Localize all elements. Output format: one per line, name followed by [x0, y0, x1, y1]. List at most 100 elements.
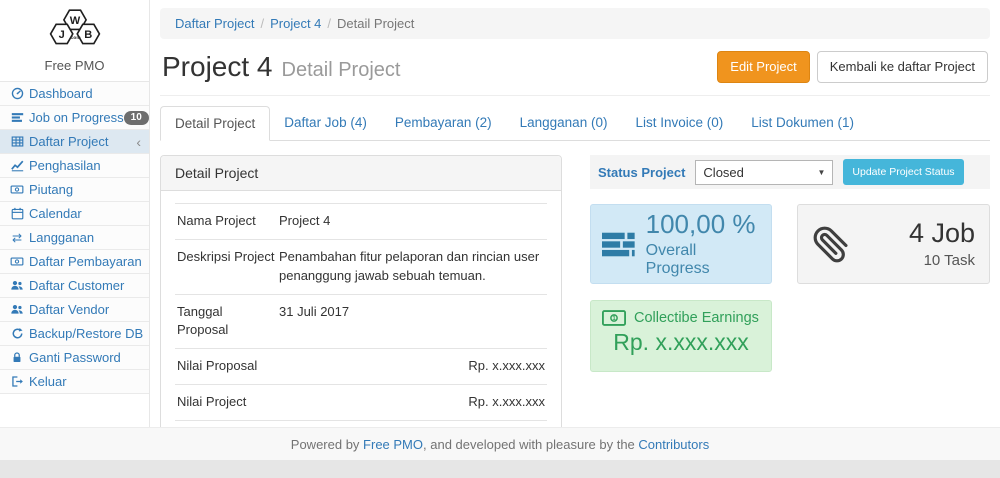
users-icon [9, 279, 25, 292]
svg-text:J: J [58, 29, 64, 41]
money-icon: 1 [602, 310, 626, 326]
sidebar-item-label: Dashboard [29, 86, 93, 101]
overall-progress-card: 100,00 % Overall Progress [590, 204, 772, 284]
task-count-value: 10 Task [909, 252, 975, 269]
back-to-project-list-button[interactable]: Kembali ke daftar Project [817, 51, 988, 83]
sidebar-item-daftar-vendor[interactable]: Daftar Vendor [0, 298, 149, 322]
breadcrumb: Daftar Project/Project 4/Detail Project [160, 8, 990, 39]
table-row: Nama Project Project 4 [175, 204, 547, 240]
jwb-hexagon-logo-icon: W J B .com [38, 7, 112, 49]
status-project-bar: Status Project Closed ▼ Update Project S… [590, 155, 990, 189]
breadcrumb-current: Detail Project [337, 16, 414, 31]
brand-logo[interactable]: W J B .com [0, 0, 149, 56]
page-header: Project 4 Detail Project Edit Project Ke… [160, 45, 990, 96]
row-label: Nama Project [175, 204, 277, 240]
chevron-down-icon: ▼ [818, 168, 826, 177]
row-value: 31 Juli 2017 [277, 294, 547, 349]
job-count-badge: 10 [124, 111, 149, 125]
update-project-status-button[interactable]: Update Project Status [843, 159, 963, 185]
tab-pembayaran[interactable]: Pembayaran (2) [381, 106, 506, 141]
job-count-value: 4 Job [909, 219, 975, 249]
tab-detail-project[interactable]: Detail Project [160, 106, 270, 141]
refresh-icon [9, 327, 25, 340]
earnings-title: Collectibe Earnings [634, 310, 759, 326]
earnings-value: Rp. x.xxx.xxx [602, 329, 760, 356]
row-label: Nilai Project [175, 385, 277, 421]
calendar-icon [9, 207, 25, 220]
app-window: W J B .com Free PMO Dashboard Job on Pro… [0, 0, 1000, 478]
row-value: Rp. x.xxx.xxx [277, 349, 547, 385]
line-chart-icon [9, 159, 25, 172]
footer: Powered by Free PMO, and developed with … [0, 427, 1000, 478]
svg-text:W: W [69, 15, 80, 27]
sidebar-item-backup-restore-db[interactable]: Backup/Restore DB [0, 322, 149, 346]
tab-daftar-job[interactable]: Daftar Job (4) [270, 106, 381, 141]
sidebar-item-label: Daftar Customer [29, 278, 124, 293]
sidebar-item-langganan[interactable]: ⇄ Langganan [0, 226, 149, 250]
sidebar-item-label: Langganan [29, 230, 94, 245]
exchange-icon: ⇄ [9, 231, 25, 245]
sidebar-item-dashboard[interactable]: Dashboard [0, 82, 149, 106]
footer-text-middle: , and developed with pleasure by the [423, 437, 638, 452]
sidebar-item-piutang[interactable]: Piutang [0, 178, 149, 202]
tasks-icon [602, 231, 635, 258]
row-value: Rp. x.xxx.xxx [277, 385, 547, 421]
chevron-left-icon: ‹ [136, 136, 141, 148]
page-subtitle: Detail Project [282, 53, 401, 82]
svg-text:.com: .com [69, 36, 80, 41]
tab-langganan[interactable]: Langganan (0) [506, 106, 622, 141]
lock-icon [9, 351, 25, 364]
row-label: Tanggal Proposal [175, 294, 277, 349]
tab-list-dokumen[interactable]: List Dokumen (1) [737, 106, 868, 141]
users-icon [9, 303, 25, 316]
sidebar-item-ganti-password[interactable]: Ganti Password [0, 346, 149, 370]
free-pmo-link[interactable]: Free PMO [363, 437, 423, 452]
sign-out-icon [9, 375, 25, 388]
table-row: Deskripsi Project Penambahan fitur pelap… [175, 239, 547, 294]
sidebar-menu: Dashboard Job on Progress 10 Daftar Proj… [0, 81, 149, 394]
sidebar-item-daftar-customer[interactable]: Daftar Customer [0, 274, 149, 298]
breadcrumb-daftar-project[interactable]: Daftar Project [175, 16, 254, 31]
sidebar-item-label: Job on Progress [29, 110, 124, 125]
row-label: Deskripsi Project [175, 239, 277, 294]
footer-text: Powered by Free PMO, and developed with … [0, 427, 1000, 460]
row-label: Nilai Proposal [175, 349, 277, 385]
sidebar-item-keluar[interactable]: Keluar [0, 370, 149, 394]
sidebar-item-label: Daftar Pembayaran [29, 254, 142, 269]
money-icon [9, 255, 25, 268]
status-project-label: Status Project [598, 165, 685, 180]
sidebar-item-label: Piutang [29, 182, 73, 197]
table-row: Tanggal Proposal 31 Juli 2017 [175, 294, 547, 349]
paperclip-icon [812, 222, 850, 266]
footer-text-before: Powered by [291, 437, 363, 452]
status-select-value: Closed [703, 165, 743, 180]
row-value: Project 4 [277, 204, 547, 240]
sidebar-item-daftar-project[interactable]: Daftar Project ‹ [0, 130, 149, 154]
breadcrumb-separator: / [321, 16, 337, 31]
tab-list-invoice[interactable]: List Invoice (0) [621, 106, 737, 141]
svg-text:B: B [84, 29, 92, 41]
sidebar-item-label: Daftar Project [29, 134, 108, 149]
sidebar-item-penghasilan[interactable]: Penghasilan [0, 154, 149, 178]
sidebar-item-label: Penghasilan [29, 158, 101, 173]
footer-bottom-strip [0, 460, 1000, 478]
sidebar-item-job-on-progress[interactable]: Job on Progress 10 [0, 106, 149, 130]
table-row: Nilai Project Rp. x.xxx.xxx [175, 385, 547, 421]
edit-project-button[interactable]: Edit Project [717, 51, 809, 83]
sidebar-item-calendar[interactable]: Calendar [0, 202, 149, 226]
breadcrumb-project-4[interactable]: Project 4 [270, 16, 321, 31]
page-title: Project 4 [162, 51, 273, 83]
status-select[interactable]: Closed ▼ [695, 160, 833, 185]
collectible-earnings-card: 1 Collectibe Earnings Rp. x.xxx.xxx [590, 300, 772, 372]
brand-name: Free PMO [0, 56, 149, 81]
sidebar-item-daftar-pembayaran[interactable]: Daftar Pembayaran [0, 250, 149, 274]
sidebar-item-label: Calendar [29, 206, 82, 221]
job-count-card: 4 Job 10 Task [797, 204, 990, 284]
contributors-link[interactable]: Contributors [638, 437, 709, 452]
main-content: Daftar Project/Project 4/Detail Project … [151, 0, 1000, 427]
sidebar-item-label: Keluar [29, 374, 67, 389]
sidebar-item-label: Backup/Restore DB [29, 326, 143, 341]
table-icon [9, 135, 25, 148]
sidebar-item-label: Daftar Vendor [29, 302, 109, 317]
table-row: Nilai Proposal Rp. x.xxx.xxx [175, 349, 547, 385]
